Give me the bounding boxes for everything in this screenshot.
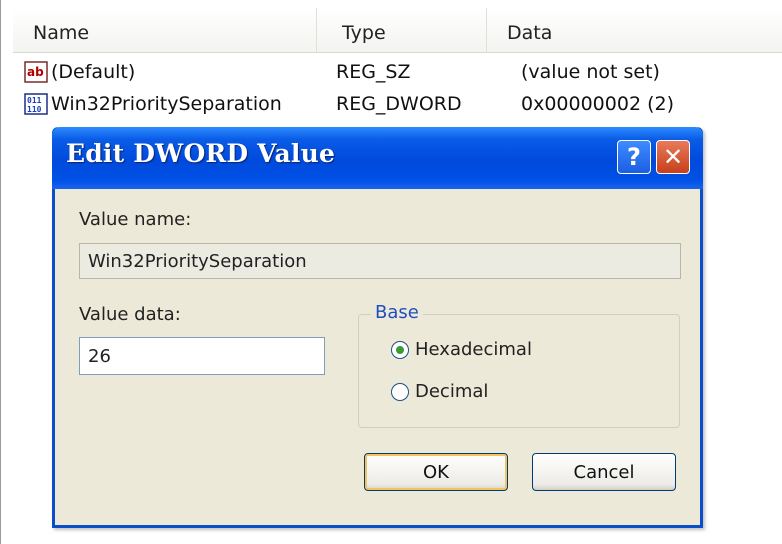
column-name[interactable]: Name	[13, 8, 316, 53]
value-data-label: Value data:	[79, 304, 181, 325]
name-cell: ab (Default)	[23, 61, 326, 84]
value-data-input[interactable]: 26	[79, 337, 325, 375]
column-type[interactable]: Type	[316, 8, 486, 53]
radio-decimal-label: Decimal	[415, 381, 489, 402]
row-type: REG_SZ	[336, 61, 411, 83]
value-name-field: Win32PrioritySeparation	[79, 243, 681, 279]
string-value-icon: ab	[23, 61, 49, 84]
help-button[interactable]: ?	[617, 140, 651, 174]
edit-dword-dialog: Edit DWORD Value ? ✕ Value name: Win32Pr…	[52, 127, 703, 528]
svg-text:ab: ab	[27, 65, 44, 79]
row-type: REG_DWORD	[336, 93, 462, 115]
base-label: Base	[371, 302, 423, 323]
ok-button[interactable]: OK	[364, 453, 508, 491]
dialog-title: Edit DWORD Value	[66, 139, 336, 168]
column-header: Name Type Data	[13, 8, 782, 53]
row-data: 0x00000002 (2)	[521, 93, 674, 115]
column-data[interactable]: Data	[486, 8, 782, 53]
name-cell: 011 110 Win32PrioritySeparation	[23, 93, 326, 116]
radio-unselected-icon[interactable]	[391, 382, 409, 401]
row-name: Win32PrioritySeparation	[51, 93, 282, 115]
row-name: (Default)	[51, 61, 136, 83]
svg-text:011: 011	[27, 96, 42, 105]
binary-value-icon: 011 110	[23, 93, 49, 116]
list-item[interactable]: 011 110 Win32PrioritySeparation REG_DWOR…	[23, 90, 761, 118]
help-icon: ?	[627, 143, 641, 171]
close-icon: ✕	[662, 143, 684, 171]
svg-text:110: 110	[27, 105, 42, 114]
radio-decimal[interactable]: Decimal	[391, 381, 488, 402]
dialog-titlebar[interactable]: Edit DWORD Value ? ✕	[52, 127, 703, 189]
radio-selected-icon[interactable]	[391, 340, 409, 359]
row-data: (value not set)	[521, 61, 660, 83]
radio-hexadecimal[interactable]: Hexadecimal	[391, 339, 532, 360]
close-button[interactable]: ✕	[656, 140, 690, 174]
list-item[interactable]: ab (Default) REG_SZ (value not set)	[23, 58, 761, 86]
value-name-label: Value name:	[79, 209, 192, 230]
cancel-button[interactable]: Cancel	[532, 453, 676, 491]
base-groupbox: Base Hexadecimal Decimal	[358, 302, 680, 428]
radio-hexadecimal-label: Hexadecimal	[415, 339, 532, 360]
